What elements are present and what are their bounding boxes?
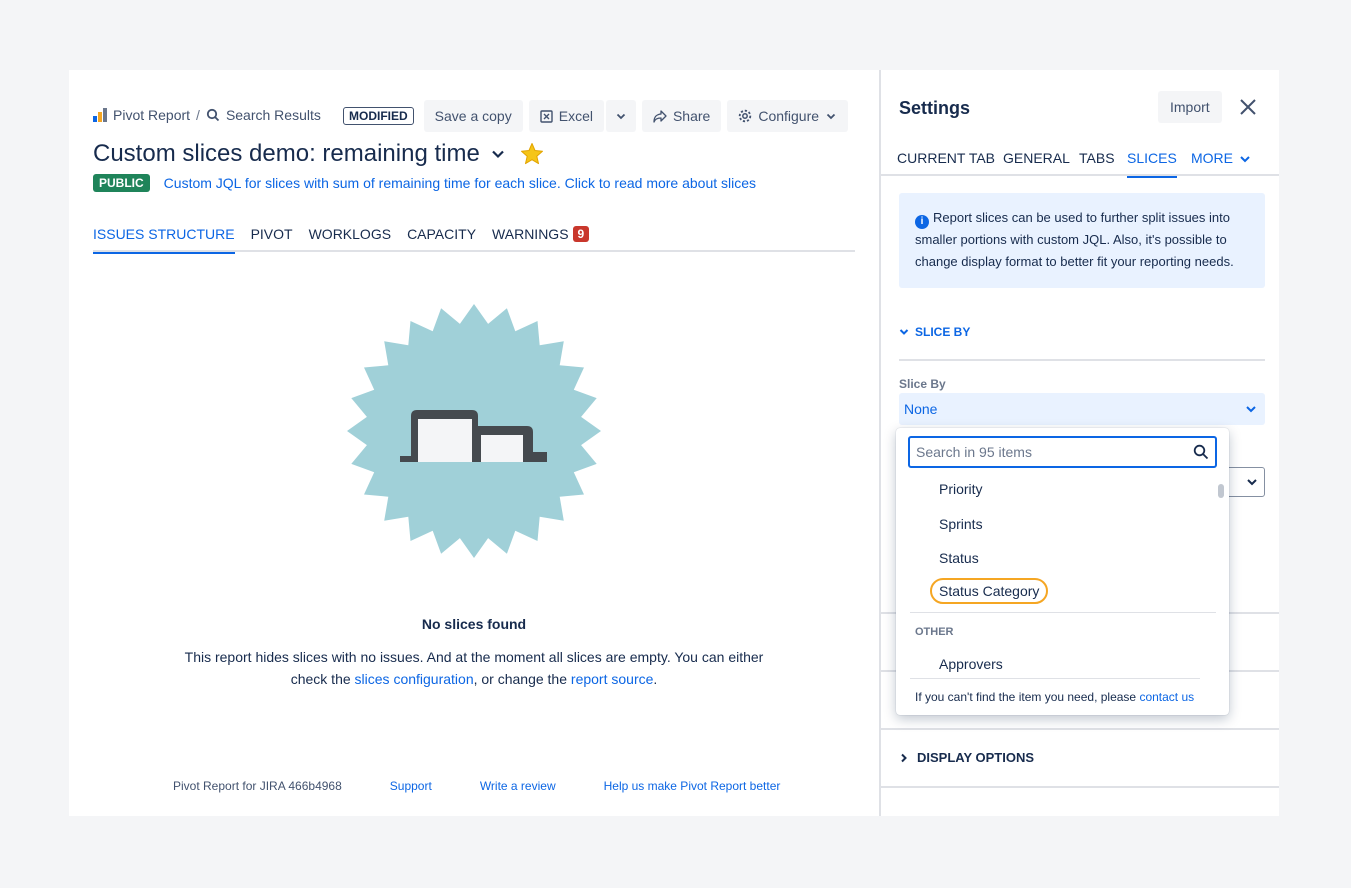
breadcrumb-separator: / [196, 107, 200, 123]
dropdown-search-input[interactable] [916, 444, 1193, 460]
display-options-toggle[interactable]: DISPLAY OPTIONS [899, 750, 1034, 765]
footer: Pivot Report for JIRA 466b4968 Support W… [173, 779, 780, 793]
report-tabs: ISSUES STRUCTURE PIVOT WORKLOGS CAPACITY… [93, 222, 855, 254]
excel-label: Excel [558, 108, 593, 124]
tab-tabs[interactable]: TABS [1079, 150, 1115, 176]
tab-label: WORKLOGS [308, 226, 392, 242]
slice-by-section-label: SLICE BY [915, 325, 971, 339]
subtitle-row: PUBLIC Custom JQL for slices with sum of… [93, 174, 756, 192]
version-text: Pivot Report for JIRA 466b4968 [173, 779, 342, 793]
dropdown-footer-text: If you can't find the item you need, ple… [915, 690, 1140, 704]
empty-state-illustration [347, 304, 601, 558]
info-icon: i [915, 215, 929, 229]
tab-warnings[interactable]: WARNINGS 9 [492, 222, 590, 252]
dropdown-section-other: OTHER [915, 626, 954, 638]
divider [910, 678, 1200, 679]
chevron-down-icon [616, 113, 626, 120]
modified-badge: MODIFIED [343, 107, 414, 125]
close-icon[interactable] [1238, 97, 1258, 117]
divider [881, 786, 1279, 788]
dropdown-search [908, 436, 1217, 468]
public-badge: PUBLIC [93, 174, 150, 192]
tab-worklogs[interactable]: WORKLOGS [309, 222, 391, 252]
empty-text-part: . [653, 671, 658, 687]
info-text: Report slices can be used to further spl… [915, 210, 1234, 269]
chevron-right-icon [901, 753, 907, 762]
excel-button[interactable]: Excel [528, 100, 604, 132]
search-icon [206, 108, 220, 122]
contact-us-link[interactable]: contact us [1139, 690, 1194, 704]
search-icon [1193, 444, 1209, 460]
excel-button-group: Excel [528, 100, 636, 132]
dropdown-option-sprints[interactable]: Sprints [939, 516, 983, 532]
dropdown-option-priority[interactable]: Priority [939, 481, 983, 497]
chevron-down-icon[interactable] [490, 146, 506, 162]
save-copy-label: Save a copy [434, 108, 512, 124]
excel-menu-button[interactable] [605, 100, 636, 132]
support-link[interactable]: Support [390, 779, 432, 793]
tab-current-tab[interactable]: CURRENT TAB [897, 150, 995, 176]
description-link[interactable]: Custom JQL for slices with sum of remain… [164, 175, 756, 191]
divider [881, 728, 1279, 730]
slice-by-label: Slice By [899, 377, 946, 391]
chevron-down-icon [1240, 156, 1250, 163]
dropdown-option-status-category[interactable]: Status Category [930, 578, 1049, 604]
breadcrumb-search[interactable]: Search Results [226, 107, 321, 123]
excel-icon [540, 109, 553, 123]
configure-button[interactable]: Configure [727, 100, 849, 132]
warnings-count-badge: 9 [572, 226, 590, 242]
report-main: Pivot Report / Search Results MODIFIED S… [69, 70, 879, 816]
configure-label: Configure [758, 108, 820, 124]
write-review-link[interactable]: Write a review [480, 779, 556, 793]
empty-state-text: This report hides slices with no issues.… [174, 646, 774, 690]
chevron-down-icon [1246, 406, 1256, 413]
toolbar: MODIFIED Save a copy Excel Share Configu… [343, 100, 849, 132]
tab-label: CAPACITY [407, 226, 477, 242]
slices-info-box: i Report slices can be used to further sp… [899, 193, 1265, 288]
slices-configuration-link[interactable]: slices configuration [355, 671, 474, 687]
dropdown-option-approvers[interactable]: Approvers [939, 656, 1003, 672]
empty-state-title: No slices found [421, 616, 527, 632]
chevron-down-icon [899, 329, 909, 335]
breadcrumb: Pivot Report / Search Results [93, 107, 321, 123]
share-button[interactable]: Share [641, 100, 722, 132]
slice-by-value: None [904, 401, 938, 417]
pivot-logo-icon [93, 108, 107, 122]
slice-by-select[interactable]: None [899, 393, 1265, 425]
import-button[interactable]: Import [1158, 91, 1222, 123]
display-options-label: DISPLAY OPTIONS [917, 750, 1035, 765]
save-copy-button[interactable]: Save a copy [423, 100, 523, 132]
title-row: Custom slices demo: remaining time [93, 140, 544, 168]
tab-label: ISSUES STRUCTURE [93, 226, 235, 242]
report-source-link[interactable]: report source [571, 671, 653, 687]
tab-capacity[interactable]: CAPACITY [407, 222, 476, 252]
chevron-down-icon [826, 113, 836, 120]
tab-general[interactable]: GENERAL [1003, 150, 1070, 176]
tab-label: MORE [1191, 150, 1233, 166]
tab-more[interactable]: MORE [1191, 150, 1251, 176]
tab-label: WARNINGS [492, 226, 569, 242]
dropdown-scrollbar[interactable] [1218, 484, 1224, 498]
feedback-link[interactable]: Help us make Pivot Report better [604, 779, 781, 793]
page-title: Custom slices demo: remaining time [93, 140, 480, 167]
settings-title: Settings [899, 98, 971, 118]
dropdown-footer: If you can't find the item you need, ple… [915, 690, 1194, 704]
empty-text-part: , or change the [473, 671, 571, 687]
slice-by-dropdown: Priority Sprints Status Status Category … [896, 428, 1229, 715]
share-label: Share [672, 108, 711, 124]
tab-issues-structure[interactable]: ISSUES STRUCTURE [93, 222, 235, 254]
divider [899, 359, 1265, 361]
breadcrumb-app[interactable]: Pivot Report [113, 107, 190, 123]
slice-by-section-toggle[interactable]: SLICE BY [899, 325, 970, 339]
gear-icon [739, 109, 752, 123]
chevron-down-icon [1247, 479, 1257, 486]
settings-tabs: CURRENT TAB GENERAL TABS SLICES MORE [881, 146, 1279, 178]
share-icon [653, 109, 667, 123]
tab-label: PIVOT [250, 226, 293, 242]
tab-pivot[interactable]: PIVOT [251, 222, 293, 252]
star-icon[interactable] [520, 142, 544, 166]
divider [910, 612, 1216, 613]
tab-slices[interactable]: SLICES [1127, 150, 1177, 178]
dropdown-option-status[interactable]: Status [939, 550, 979, 566]
